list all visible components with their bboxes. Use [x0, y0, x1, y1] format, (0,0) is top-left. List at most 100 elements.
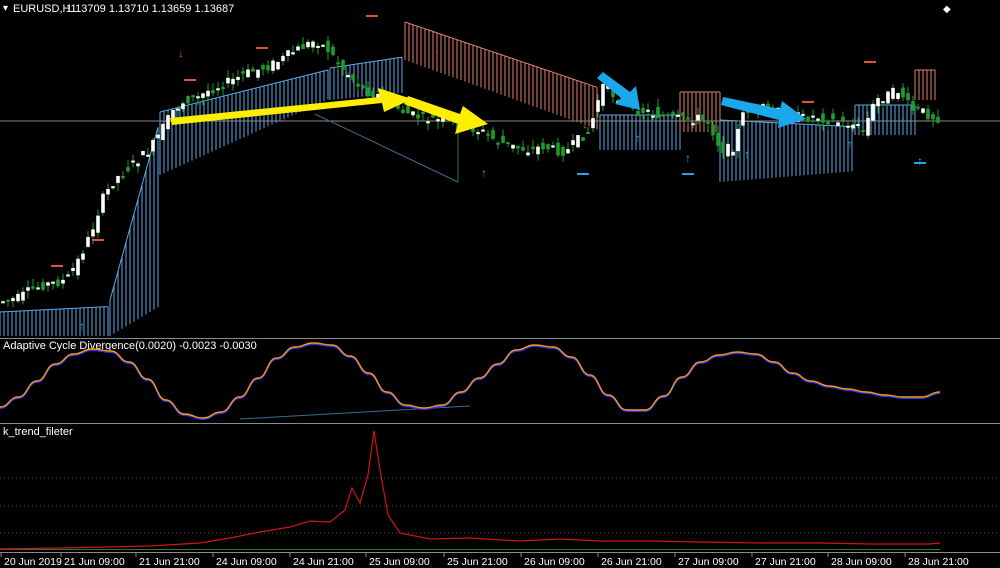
candle-body[interactable]	[91, 229, 95, 237]
candle-body[interactable]	[661, 114, 665, 117]
candle-body[interactable]	[416, 114, 420, 119]
candle-body[interactable]	[281, 55, 285, 62]
candle-body[interactable]	[206, 90, 210, 97]
candle-body[interactable]	[586, 132, 590, 135]
candle-body[interactable]	[256, 69, 260, 78]
candle-body[interactable]	[76, 258, 80, 276]
candle-body[interactable]	[366, 87, 370, 96]
candle-body[interactable]	[876, 98, 880, 107]
candle-body[interactable]	[316, 45, 320, 48]
candle-body[interactable]	[221, 86, 225, 90]
candle-body[interactable]	[196, 96, 200, 99]
candle-body[interactable]	[686, 117, 690, 120]
candle-body[interactable]	[136, 163, 140, 167]
candle-body[interactable]	[236, 76, 240, 81]
candle-body[interactable]	[411, 111, 415, 116]
candle-body[interactable]	[801, 113, 805, 116]
candle-body[interactable]	[636, 110, 640, 115]
candle-body[interactable]	[436, 119, 440, 122]
candle-body[interactable]	[681, 112, 685, 117]
candle-body[interactable]	[56, 279, 60, 286]
candle-body[interactable]	[71, 268, 75, 271]
candle-body[interactable]	[701, 114, 705, 120]
candle-body[interactable]	[476, 132, 480, 135]
candle-body[interactable]	[826, 120, 830, 125]
candle-body[interactable]	[881, 101, 885, 104]
candle-body[interactable]	[306, 41, 310, 48]
candle-body[interactable]	[816, 118, 820, 121]
candle-body[interactable]	[506, 142, 510, 145]
candle-body[interactable]	[311, 41, 315, 48]
candle-body[interactable]	[1, 301, 5, 304]
candle-body[interactable]	[901, 87, 905, 98]
candle-body[interactable]	[356, 83, 360, 87]
candle-body[interactable]	[861, 130, 865, 133]
candle-body[interactable]	[866, 117, 870, 136]
candle-body[interactable]	[846, 125, 850, 128]
candle-body[interactable]	[841, 116, 845, 121]
candle-body[interactable]	[371, 91, 375, 98]
candle-body[interactable]	[566, 149, 570, 154]
candle-body[interactable]	[171, 109, 175, 119]
candle-body[interactable]	[106, 188, 110, 195]
candle-body[interactable]	[896, 93, 900, 99]
candle-body[interactable]	[16, 293, 20, 302]
candle-body[interactable]	[261, 65, 265, 70]
candle-body[interactable]	[191, 95, 195, 98]
candle-body[interactable]	[251, 68, 255, 72]
candle-body[interactable]	[226, 77, 230, 84]
candle-body[interactable]	[101, 193, 105, 213]
candle-body[interactable]	[601, 84, 605, 106]
candle-body[interactable]	[676, 114, 680, 117]
candle-body[interactable]	[671, 112, 675, 115]
candle-body[interactable]	[161, 123, 165, 141]
candle-body[interactable]	[911, 100, 915, 111]
candle-body[interactable]	[596, 100, 600, 112]
candle-body[interactable]	[931, 114, 935, 120]
candle-body[interactable]	[831, 113, 835, 120]
candle-body[interactable]	[706, 121, 710, 124]
candle-body[interactable]	[656, 106, 660, 118]
candle-body[interactable]	[21, 291, 25, 301]
candle-body[interactable]	[536, 146, 540, 155]
collapse-icon[interactable]: ▾	[3, 3, 8, 14]
candle-body[interactable]	[871, 103, 875, 121]
candle-body[interactable]	[351, 74, 355, 80]
candle-body[interactable]	[401, 109, 405, 114]
candle-body[interactable]	[36, 287, 40, 290]
candle-body[interactable]	[906, 93, 910, 101]
candle-body[interactable]	[326, 40, 330, 53]
candle-body[interactable]	[271, 60, 275, 71]
candle-body[interactable]	[131, 160, 135, 163]
candle-body[interactable]	[346, 75, 350, 78]
candle-body[interactable]	[141, 150, 145, 156]
candle-body[interactable]	[66, 274, 70, 277]
candle-body[interactable]	[716, 132, 720, 146]
trading-chart[interactable]: ↑↑↑↑ ↑↑↑↑↓ ↓↓ ▾ EURUSD,H1 1.13709 1.13710 …	[0, 0, 1000, 568]
candle-body[interactable]	[491, 129, 495, 139]
candle-body[interactable]	[496, 142, 500, 145]
candle-body[interactable]	[296, 46, 300, 51]
candle-body[interactable]	[266, 65, 270, 71]
candle-body[interactable]	[806, 116, 810, 122]
candle-body[interactable]	[426, 121, 430, 124]
candle-body[interactable]	[691, 123, 695, 126]
candle-body[interactable]	[176, 108, 180, 111]
candle-body[interactable]	[81, 253, 85, 260]
candle-body[interactable]	[736, 128, 740, 152]
candle-body[interactable]	[886, 91, 890, 104]
candle-body[interactable]	[891, 87, 895, 99]
candle-body[interactable]	[211, 90, 215, 94]
candle-body[interactable]	[186, 96, 190, 104]
candle-body[interactable]	[576, 135, 580, 148]
candle-body[interactable]	[696, 114, 700, 121]
candle-body[interactable]	[286, 50, 290, 56]
candle-body[interactable]	[421, 111, 425, 114]
candle-body[interactable]	[541, 142, 545, 150]
candle-body[interactable]	[481, 129, 485, 132]
candle-body[interactable]	[516, 145, 520, 149]
candle-body[interactable]	[201, 93, 205, 98]
candle-body[interactable]	[726, 143, 730, 157]
candle-body[interactable]	[6, 299, 10, 302]
candle-body[interactable]	[111, 186, 115, 189]
